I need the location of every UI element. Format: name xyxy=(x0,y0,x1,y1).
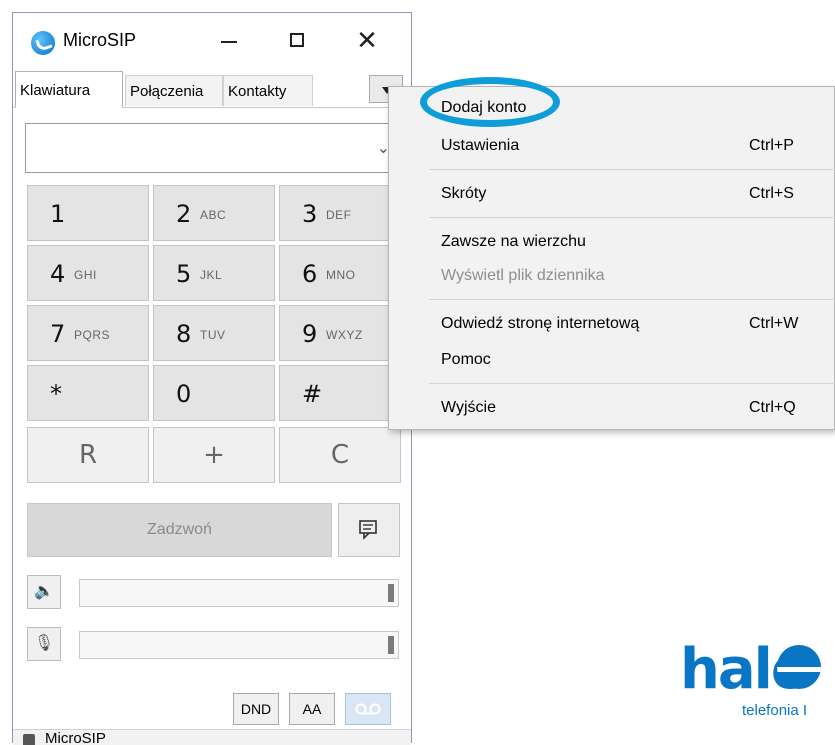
key-hash[interactable]: # xyxy=(279,365,401,421)
key-4[interactable]: 4 GHI xyxy=(27,245,149,301)
menu-item-exit[interactable]: Wyjście Ctrl+Q xyxy=(389,391,835,425)
speaker-volume-slider[interactable] xyxy=(79,579,399,607)
plus-label: + xyxy=(203,440,225,470)
dial-number-combobox[interactable]: ⌄ xyxy=(25,123,399,173)
menu-item-label: Odwiedź stronę internetową xyxy=(441,315,640,332)
menu-item-shortcuts[interactable]: Skróty Ctrl+S xyxy=(389,177,835,211)
voicemail-icon xyxy=(355,703,381,715)
maximize-button[interactable] xyxy=(275,21,319,61)
menu-item-view-log: Wyświetl plik dziennika xyxy=(389,259,835,293)
voicemail-button[interactable] xyxy=(345,693,391,725)
main-dropdown-menu: Dodaj konto Ustawienia Ctrl+P Skróty Ctr… xyxy=(388,86,835,430)
key-5[interactable]: 5 JKL xyxy=(153,245,275,301)
redial-label: R xyxy=(78,440,98,470)
chat-bubble-icon xyxy=(359,520,377,540)
key-9[interactable]: 9 WXYZ xyxy=(279,305,401,361)
menu-separator xyxy=(429,299,835,300)
microphone-mute-button[interactable]: 🎙 xyxy=(27,627,61,661)
menu-separator xyxy=(429,383,835,384)
key-letters: WXYZ xyxy=(326,328,363,342)
key-digit: 3 xyxy=(302,200,318,228)
key-3[interactable]: 3 DEF xyxy=(279,185,401,241)
dnd-button[interactable]: DND xyxy=(233,693,279,725)
key-letters: JKL xyxy=(200,268,223,282)
microsip-phone-icon xyxy=(31,31,55,55)
logo-tagline: telefonia I xyxy=(742,702,808,719)
menu-item-help[interactable]: Pomoc xyxy=(389,343,835,377)
key-8[interactable]: 8 TUV xyxy=(153,305,275,361)
menu-item-label: Ustawienia xyxy=(441,137,520,154)
key-letters: ABC xyxy=(200,208,227,222)
redial-button[interactable]: R xyxy=(27,427,149,483)
logo-globe-icon xyxy=(777,645,821,689)
key-digit: 5 xyxy=(176,260,192,288)
key-digit: 6 xyxy=(302,260,318,288)
slider-thumb[interactable] xyxy=(388,636,394,654)
microphone-icon: 🎙 xyxy=(33,635,55,652)
tab-bar: Klawiatura Połączenia Kontakty xyxy=(13,69,411,108)
menu-item-always-on-top[interactable]: Zawsze na wierzchu xyxy=(389,225,835,259)
halo-logo: halo telefonia I xyxy=(680,640,835,743)
key-digit: 0 xyxy=(176,380,192,408)
key-digit: 4 xyxy=(50,260,66,288)
speaker-mute-button[interactable]: 🔈 xyxy=(27,575,61,609)
key-letters: DEF xyxy=(326,208,352,222)
key-digit: 8 xyxy=(176,320,192,348)
title-bar[interactable]: MicroSIP ✕ xyxy=(13,13,411,69)
menu-item-shortcut: Ctrl+W xyxy=(749,315,799,332)
key-0[interactable]: 0 xyxy=(153,365,275,421)
menu-item-label: Wyjście xyxy=(441,399,496,416)
key-digit: 2 xyxy=(176,200,192,228)
key-digit: 1 xyxy=(50,200,66,228)
menu-item-shortcut: Ctrl+Q xyxy=(749,399,796,416)
tab-polaczenia[interactable]: Połączenia xyxy=(125,75,223,106)
plus-button[interactable]: + xyxy=(153,427,275,483)
key-letters: MNO xyxy=(326,268,356,282)
menu-item-settings[interactable]: Ustawienia Ctrl+P xyxy=(389,129,835,163)
minimize-icon xyxy=(221,41,237,43)
menu-separator xyxy=(429,169,835,170)
menu-item-shortcut: Ctrl+S xyxy=(749,185,794,202)
key-star[interactable]: * xyxy=(27,365,149,421)
menu-item-shortcut: Ctrl+P xyxy=(749,137,794,154)
auto-answer-button[interactable]: AA xyxy=(289,693,335,725)
close-icon: ✕ xyxy=(356,26,378,56)
key-2[interactable]: 2 ABC xyxy=(153,185,275,241)
key-digit: 9 xyxy=(302,320,318,348)
menu-item-label: Skróty xyxy=(441,185,487,202)
menu-separator xyxy=(429,217,835,218)
key-1[interactable]: 1 xyxy=(27,185,149,241)
key-letters: TUV xyxy=(200,328,226,342)
menu-item-visit-website[interactable]: Odwiedź stronę internetową Ctrl+W xyxy=(389,307,835,341)
key-digit: * xyxy=(50,380,62,408)
dial-number-input[interactable] xyxy=(26,124,372,170)
key-6[interactable]: 6 MNO xyxy=(279,245,401,301)
menu-item-label: Pomoc xyxy=(441,351,491,368)
close-button[interactable]: ✕ xyxy=(345,21,389,61)
key-digit: # xyxy=(302,380,323,408)
message-button[interactable] xyxy=(338,503,400,557)
clear-label: C xyxy=(330,440,350,470)
tab-klawiatura[interactable]: Klawiatura xyxy=(15,71,123,108)
microphone-volume-slider[interactable] xyxy=(79,631,399,659)
account-status-icon xyxy=(23,734,35,745)
speaker-icon: 🔈 xyxy=(34,583,54,600)
highlight-circle-annotation xyxy=(420,77,560,127)
menu-item-label: Zawsze na wierzchu xyxy=(441,233,586,250)
key-digit: 7 xyxy=(50,320,66,348)
menu-item-label: Wyświetl plik dziennika xyxy=(441,267,605,284)
key-7[interactable]: 7 PQRS xyxy=(27,305,149,361)
call-button[interactable]: Zadzwoń xyxy=(27,503,332,557)
clear-button[interactable]: C xyxy=(279,427,401,483)
window-title: MicroSIP xyxy=(63,30,137,50)
key-letters: GHI xyxy=(74,268,97,282)
microsip-window: MicroSIP ✕ Klawiatura Połączenia Kontakt… xyxy=(12,12,412,745)
slider-thumb[interactable] xyxy=(388,584,394,602)
maximize-icon xyxy=(290,33,304,47)
tab-kontakty[interactable]: Kontakty xyxy=(223,75,313,106)
minimize-button[interactable] xyxy=(207,21,251,61)
key-letters: PQRS xyxy=(74,328,111,342)
